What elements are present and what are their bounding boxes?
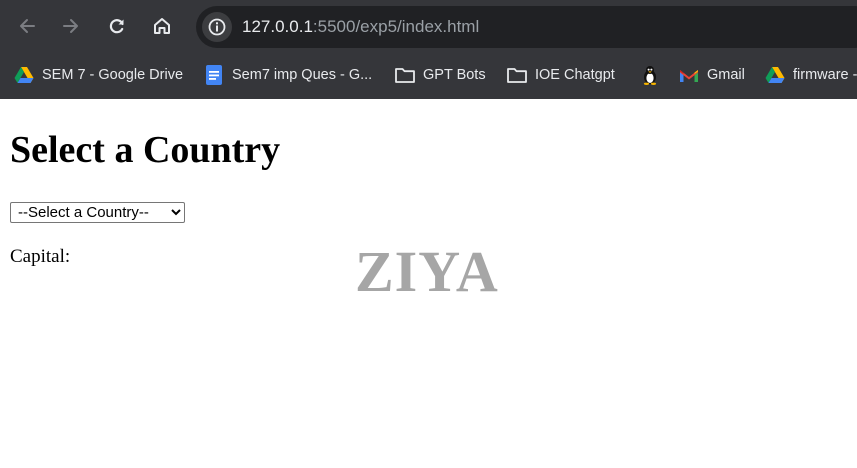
home-icon (154, 18, 170, 34)
folder-icon (507, 65, 527, 85)
folder-icon (395, 65, 415, 85)
gmail-icon (679, 65, 699, 85)
browser-chrome: 127.0.0.1:5500/exp5/index.html SEM 7 - G… (0, 0, 857, 99)
bookmark-label: Gmail (707, 67, 745, 83)
bookmark-label: GPT Bots (423, 67, 486, 83)
forward-button[interactable] (57, 12, 85, 40)
bookmark-firmware[interactable]: firmware - (765, 63, 857, 87)
bookmark-label: Sem7 imp Ques - G... (232, 67, 373, 83)
google-drive-icon (765, 65, 785, 85)
browser-toolbar: 127.0.0.1:5500/exp5/index.html (0, 0, 857, 53)
capital-label: Capital: (10, 246, 71, 267)
google-drive-icon (14, 65, 34, 85)
bookmark-label: SEM 7 - Google Drive (42, 67, 184, 83)
bookmark-gmail[interactable]: Gmail (679, 63, 745, 87)
bookmark-tux[interactable] (640, 63, 668, 87)
country-select[interactable]: --Select a Country-- (10, 202, 185, 223)
url-path: :5500/exp5/index.html (312, 17, 480, 36)
google-docs-icon (204, 65, 224, 85)
arrow-right-icon (63, 19, 78, 33)
reload-button[interactable] (103, 12, 131, 40)
bookmark-label: firmware - (793, 67, 857, 83)
watermark-text: ZIYA (355, 239, 499, 304)
bookmark-sem7-google-drive[interactable]: SEM 7 - Google Drive (14, 63, 183, 87)
reload-icon (109, 19, 124, 34)
tux-penguin-icon (640, 65, 660, 85)
page-title: Select a Country (10, 129, 281, 171)
info-icon (208, 18, 226, 36)
home-button[interactable] (148, 12, 176, 40)
address-bar[interactable]: 127.0.0.1:5500/exp5/index.html (196, 6, 857, 48)
bookmark-label: IOE Chatgpt (535, 67, 615, 83)
bookmark-ioe-chatgpt[interactable]: IOE Chatgpt (507, 63, 615, 87)
url-text[interactable]: 127.0.0.1:5500/exp5/index.html (242, 17, 479, 37)
arrow-left-icon (20, 19, 35, 33)
bookmark-gpt-bots[interactable]: GPT Bots (395, 63, 486, 87)
bookmarks-bar: SEM 7 - Google Drive Sem7 imp Ques - G..… (0, 53, 857, 99)
site-info-button[interactable] (202, 12, 232, 42)
url-host: 127.0.0.1 (242, 17, 313, 36)
back-button[interactable] (13, 12, 41, 40)
bookmark-sem7-imp-ques[interactable]: Sem7 imp Ques - G... (204, 63, 372, 87)
